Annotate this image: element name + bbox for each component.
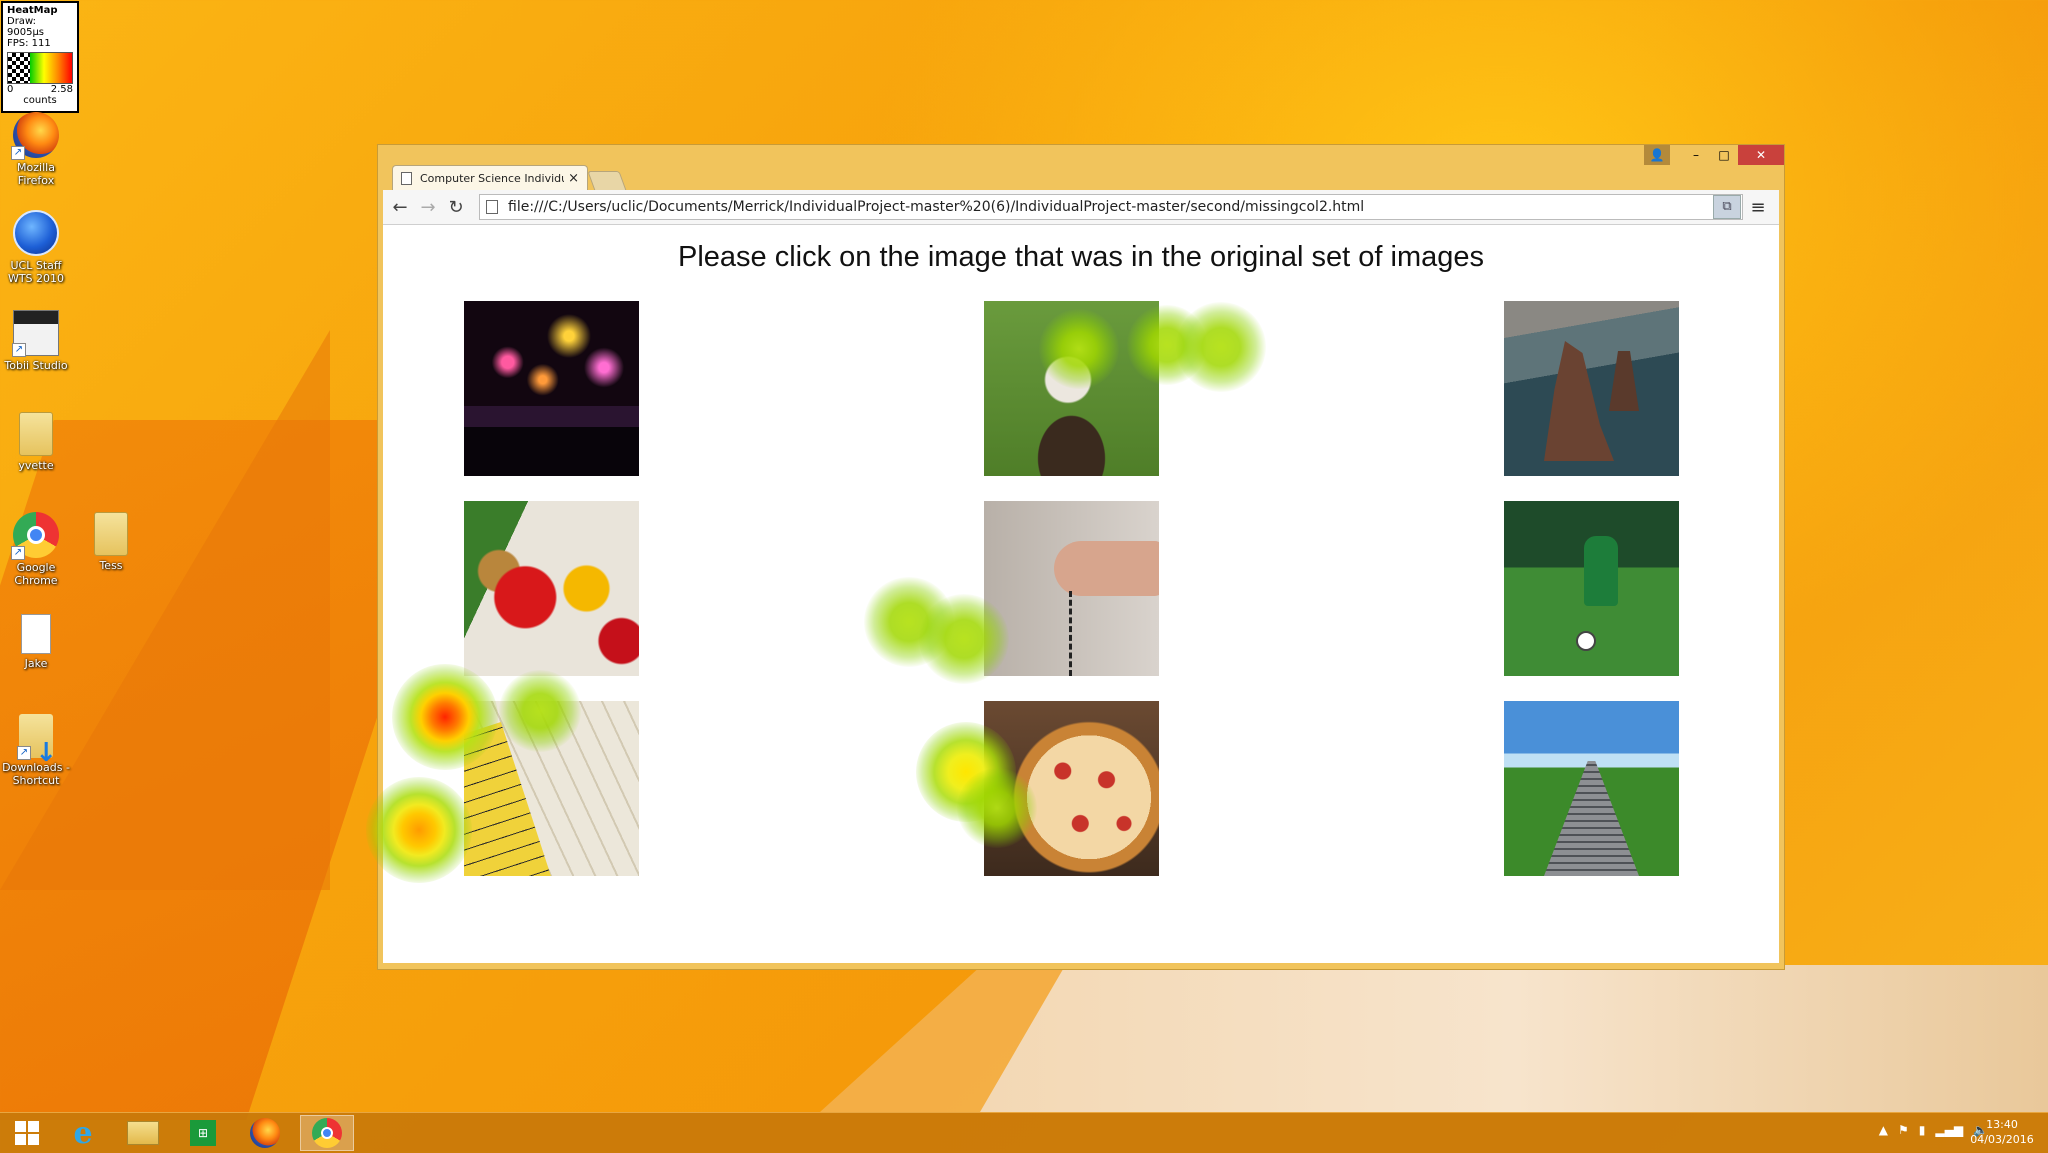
address-bar[interactable]: file:///C:/Users/uclic/Documents/Merrick…: [479, 194, 1743, 220]
start-icon: [15, 1121, 39, 1145]
tobii-studio-icon: [12, 310, 59, 357]
page-title: Please click on the image that was in th…: [678, 241, 1484, 273]
page-icon: [486, 200, 498, 214]
remote-desktop-icon: [13, 210, 59, 256]
image-boy-playing-soccer[interactable]: [1504, 501, 1679, 676]
browser-toolbar: ← → ↻ file:///C:/Users/uclic/Documents/M…: [383, 190, 1779, 225]
taskbar-store[interactable]: ⊞: [176, 1115, 230, 1151]
menu-icon[interactable]: ≡: [1745, 190, 1771, 224]
browser-tab[interactable]: Computer Science Individu ×: [392, 165, 588, 191]
heatmap-fps: FPS: 111: [7, 38, 51, 49]
taskbar-chrome[interactable]: [300, 1115, 354, 1151]
image-pizza[interactable]: [984, 701, 1159, 876]
power-icon[interactable]: ▮: [1919, 1123, 1926, 1137]
firefox-icon: [250, 1118, 280, 1148]
image-hand-with-cable[interactable]: [984, 501, 1159, 676]
desktop-icon-firefox[interactable]: Mozilla Firefox: [0, 112, 72, 187]
image-park-stairs[interactable]: [1504, 701, 1679, 876]
heatmap-min: 0: [7, 84, 14, 95]
heatmap-scale-gradient: [30, 53, 72, 83]
maximize-button[interactable]: □: [1710, 145, 1738, 165]
show-hidden-icons-icon[interactable]: ▲: [1879, 1123, 1888, 1137]
internet-explorer-icon: e: [73, 1115, 93, 1151]
taskbar-file-explorer[interactable]: [116, 1115, 170, 1151]
back-icon[interactable]: ←: [387, 190, 413, 224]
url-text[interactable]: file:///C:/Users/uclic/Documents/Merrick…: [508, 199, 1718, 215]
tab-title: Computer Science Individu: [420, 172, 565, 185]
store-icon: ⊞: [190, 1120, 216, 1146]
close-window-button[interactable]: ✕: [1738, 145, 1784, 165]
document-icon: [21, 614, 51, 654]
network-icon[interactable]: ▂▄▆: [1935, 1123, 1963, 1137]
new-tab-button[interactable]: [587, 171, 627, 191]
heatmap-scale-zero: [8, 53, 30, 83]
clock[interactable]: 13:40 04/03/2016: [1962, 1117, 2042, 1147]
desktop-icon-label: Tobii Studio: [4, 359, 68, 372]
file-explorer-icon: [127, 1121, 159, 1145]
chrome-icon: [312, 1118, 342, 1148]
reload-icon[interactable]: ↻: [443, 190, 469, 224]
clock-date: 04/03/2016: [1970, 1133, 2034, 1146]
desktop-background-shape: [980, 965, 2048, 1112]
start-button[interactable]: [0, 1115, 54, 1151]
profile-icon[interactable]: 👤: [1644, 145, 1670, 165]
image-fireworks[interactable]: [464, 301, 639, 476]
desktop-icon-jake[interactable]: Jake: [0, 614, 72, 670]
desktop-icon-yvette[interactable]: yvette: [0, 412, 72, 472]
downloads-folder-icon: [17, 714, 57, 760]
desktop-icon-google-chrome[interactable]: Google Chrome: [0, 512, 72, 587]
extension-icon[interactable]: ⧉: [1713, 195, 1741, 219]
image-eagle[interactable]: [984, 301, 1159, 476]
image-measuring-tape[interactable]: [464, 701, 639, 876]
folder-icon: [94, 512, 128, 556]
page-content: Please click on the image that was in th…: [383, 225, 1779, 963]
heatmap-unit: counts: [23, 95, 57, 106]
desktop-icon-label: Tess: [99, 559, 123, 572]
taskbar: e ⊞ ▲ ⚑ ▮ ▂▄▆ 🔈 13:40 04/03/2016: [0, 1112, 2048, 1153]
browser-window: 👤 – □ ✕ Computer Science Individu × ← → …: [377, 144, 1785, 970]
taskbar-internet-explorer[interactable]: e: [56, 1115, 110, 1151]
minimize-button[interactable]: –: [1682, 145, 1710, 165]
desktop-icon-downloads-shortcut[interactable]: Downloads - Shortcut: [0, 714, 72, 787]
chrome-icon: [11, 512, 59, 560]
page-icon: [401, 172, 412, 185]
image-vegetables[interactable]: [464, 501, 639, 676]
desktop-icon-label: Jake: [24, 657, 48, 670]
close-tab-icon[interactable]: ×: [568, 171, 579, 186]
desktop-icon-label: yvette: [18, 459, 54, 472]
window-controls: 👤 – □ ✕: [1644, 145, 1784, 165]
heatmap-max: 2.58: [50, 84, 73, 95]
desktop-icon-ucl-staff-wts[interactable]: UCL Staff WTS 2010: [0, 210, 72, 285]
forward-icon[interactable]: →: [415, 190, 441, 224]
desktop-icon-tess[interactable]: Tess: [75, 512, 147, 572]
firefox-icon: [11, 112, 59, 160]
heatmap-draw-time: Draw: 9005µs: [7, 16, 45, 38]
heatmap-legend: HeatMap Draw: 9005µs FPS: 111 0 2.58 cou…: [1, 1, 79, 113]
desktop-icon-tobii-studio[interactable]: Tobii Studio: [0, 310, 72, 372]
heatmap-title: HeatMap: [7, 5, 58, 16]
heatmap-color-scale: [7, 52, 73, 84]
desktop-icon-label: UCL Staff WTS 2010: [7, 259, 65, 285]
desktop-icon-label: Google Chrome: [14, 561, 58, 587]
desktop-icon-label: Mozilla Firefox: [17, 161, 55, 187]
image-sea-stacks[interactable]: [1504, 301, 1679, 476]
action-center-flag-icon[interactable]: ⚑: [1898, 1123, 1909, 1137]
folder-icon: [19, 412, 53, 456]
clock-time: 13:40: [1986, 1118, 2018, 1131]
taskbar-firefox[interactable]: [238, 1115, 292, 1151]
